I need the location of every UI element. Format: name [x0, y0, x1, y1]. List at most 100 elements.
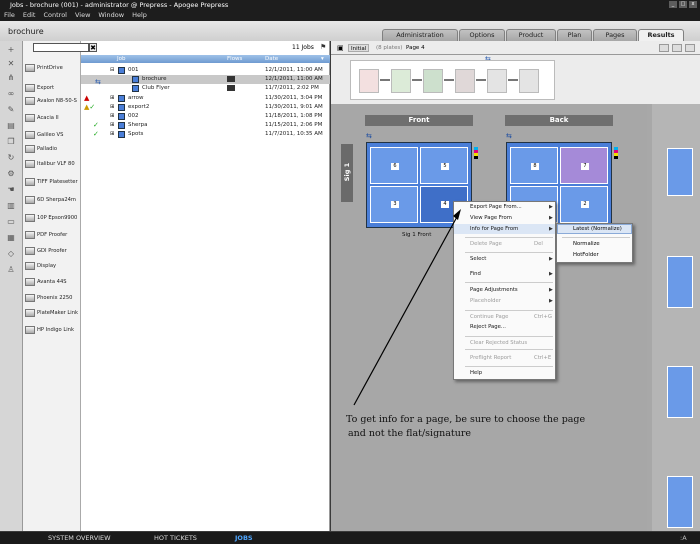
submenu-latest-normalize[interactable]: Latest (Normalize)	[573, 226, 622, 232]
expand-toggle-icon[interactable]: ⊞	[110, 121, 115, 130]
context-menu-item[interactable]: Delete Page	[470, 241, 502, 247]
front-page-6[interactable]: 6	[370, 147, 418, 184]
device-item[interactable]: Avanta 44S	[25, 278, 80, 286]
job-row[interactable]: brochure 12/1/2011, 11:00 AM	[81, 75, 330, 85]
view-initial-button[interactable]: Initial	[348, 44, 370, 52]
device-item[interactable]: PrintDrive	[25, 64, 80, 72]
device-item[interactable]: 10P Epson9900	[25, 214, 80, 222]
gear-icon[interactable]: ⚙	[5, 169, 17, 178]
tag-icon[interactable]: ◇	[5, 249, 17, 258]
job-row[interactable]: ⊞ 002 11/18/2011, 1:08 PM	[81, 112, 330, 121]
tab-results[interactable]: Results	[638, 29, 684, 41]
device-item[interactable]: Italibur VLF 80	[25, 160, 80, 168]
delete-icon[interactable]: ✕	[5, 59, 17, 68]
menu-edit[interactable]: Edit	[23, 10, 36, 21]
impose-step-icon[interactable]	[487, 69, 507, 93]
context-menu-item[interactable]: Placeholder	[470, 298, 501, 304]
device-item[interactable]: HP Indigo Link	[25, 326, 80, 334]
filter-icon[interactable]: ⚑	[320, 43, 326, 51]
layers-icon[interactable]: ▤	[5, 121, 17, 130]
minimize-icon[interactable]: _	[669, 1, 677, 8]
context-menu-item[interactable]: Preflight Report	[470, 355, 511, 361]
copy-icon[interactable]: ❐	[5, 137, 17, 146]
flow-icon[interactable]	[227, 85, 235, 92]
context-menu-item[interactable]: Page Adjustments	[470, 287, 518, 293]
link-icon[interactable]: ∞	[5, 89, 17, 98]
tab-pages[interactable]: Pages	[593, 29, 637, 41]
back-page-8[interactable]: 8	[510, 147, 558, 184]
context-menu-item[interactable]: Reject Page...	[470, 324, 506, 330]
normalize-step-icon[interactable]	[391, 69, 411, 93]
page-thumbnail[interactable]	[667, 148, 693, 196]
add-icon[interactable]: +	[5, 45, 17, 54]
job-row[interactable]: Club Flyer 11/7/2011, 2:02 PM	[81, 84, 330, 93]
back-page-2[interactable]: 2	[560, 186, 608, 223]
tab-options[interactable]: Options	[459, 29, 505, 41]
view-mode-2-button[interactable]	[672, 44, 682, 52]
menu-window[interactable]: Window	[98, 10, 124, 21]
context-menu-item[interactable]: Info for Page From	[470, 226, 518, 232]
job-row[interactable]: ✓ ⊞ Sherpa 11/15/2011, 2:06 PM	[81, 121, 330, 130]
page-thumbnail[interactable]	[667, 256, 693, 308]
device-item[interactable]: Acacia II	[25, 114, 80, 122]
job-row[interactable]: ▲✓ ⊞ export2 11/30/2011, 9:01 AM	[81, 103, 330, 112]
sheet-view-icon[interactable]: ▣	[337, 41, 344, 55]
close-icon[interactable]: x	[689, 1, 697, 8]
context-menu-item[interactable]: View Page From	[470, 215, 512, 221]
device-item[interactable]: PlateMaker Link	[25, 309, 80, 317]
front-page-3[interactable]: 3	[370, 186, 418, 223]
grid-icon[interactable]: ▦	[5, 233, 17, 242]
device-item[interactable]: GDI Proofer	[25, 247, 80, 255]
person-icon[interactable]: ♙	[5, 265, 17, 274]
expand-toggle-icon[interactable]: ⊞	[110, 94, 115, 103]
device-item[interactable]: PDF Proofer	[25, 231, 80, 239]
front-page-5[interactable]: 5	[420, 147, 468, 184]
render-step-icon[interactable]	[455, 69, 475, 93]
page-thumbnail[interactable]	[667, 476, 693, 528]
job-row[interactable]: ⊟ 001 12/1/2011, 11:00 AM	[81, 66, 330, 75]
preflight-step-icon[interactable]	[423, 69, 443, 93]
menu-file[interactable]: File	[4, 10, 15, 21]
context-menu-item[interactable]: Continue Page	[470, 314, 508, 320]
job-row[interactable]: ▲ ⊞ arrow 11/30/2011, 3:04 PM	[81, 94, 330, 103]
back-page-7[interactable]: 7	[560, 147, 608, 184]
expand-toggle-icon[interactable]: ⊞	[110, 103, 115, 112]
nav-system-overview[interactable]: SYSTEM OVERVIEW	[48, 532, 111, 544]
sort-desc-icon[interactable]: ▾	[321, 55, 324, 63]
refresh-icon[interactable]: ↻	[5, 153, 17, 162]
context-menu-item[interactable]: Export Page From...	[470, 204, 522, 210]
branch-icon[interactable]: ⋔	[5, 73, 17, 82]
nav-jobs[interactable]: JOBS	[235, 532, 253, 544]
submenu-normalize[interactable]: Normalize	[573, 241, 600, 247]
tab-administration[interactable]: Administration	[382, 29, 458, 41]
view-mode-1-button[interactable]	[659, 44, 669, 52]
job-search-input[interactable]	[33, 43, 89, 52]
expand-toggle-icon[interactable]: ⊞	[110, 130, 115, 139]
menu-control[interactable]: Control	[43, 10, 67, 21]
device-item[interactable]: TIFF Platesetter	[25, 178, 80, 186]
hand-icon[interactable]: ☚	[5, 185, 17, 194]
device-item[interactable]: Avalon N8-50-S	[25, 97, 80, 105]
nav-hot-tickets[interactable]: HOT TICKETS	[154, 532, 197, 544]
context-menu-item[interactable]: Select	[470, 256, 486, 262]
col-date[interactable]: Date	[265, 55, 278, 63]
pencil-icon[interactable]: ✎	[5, 105, 17, 114]
output-step-icon[interactable]	[519, 69, 539, 93]
device-item[interactable]: Display	[25, 262, 80, 270]
maximize-icon[interactable]: □	[679, 1, 687, 8]
flow-icon[interactable]	[227, 76, 235, 83]
device-item[interactable]: Phoenix 2250	[25, 294, 80, 302]
menu-view[interactable]: View	[75, 10, 90, 21]
device-item[interactable]: Galileo VS	[25, 131, 80, 139]
clear-search-button[interactable]: ✖	[89, 43, 97, 52]
expand-toggle-icon[interactable]: ⊞	[110, 112, 115, 121]
signature-tab[interactable]: Sig 1	[341, 144, 353, 202]
job-row[interactable]: ✓ ⊞ Spots 11/7/2011, 10:35 AM	[81, 130, 330, 139]
device-item[interactable]: 6D Sherpa24m	[25, 196, 80, 204]
page-thumbnail[interactable]	[667, 366, 693, 418]
tab-product[interactable]: Product	[506, 29, 556, 41]
device-item[interactable]: Palladio	[25, 145, 80, 153]
pdf-step-icon[interactable]	[359, 69, 379, 93]
chart-icon[interactable]: ▥	[5, 201, 17, 210]
context-menu-item[interactable]: Help	[470, 370, 482, 376]
